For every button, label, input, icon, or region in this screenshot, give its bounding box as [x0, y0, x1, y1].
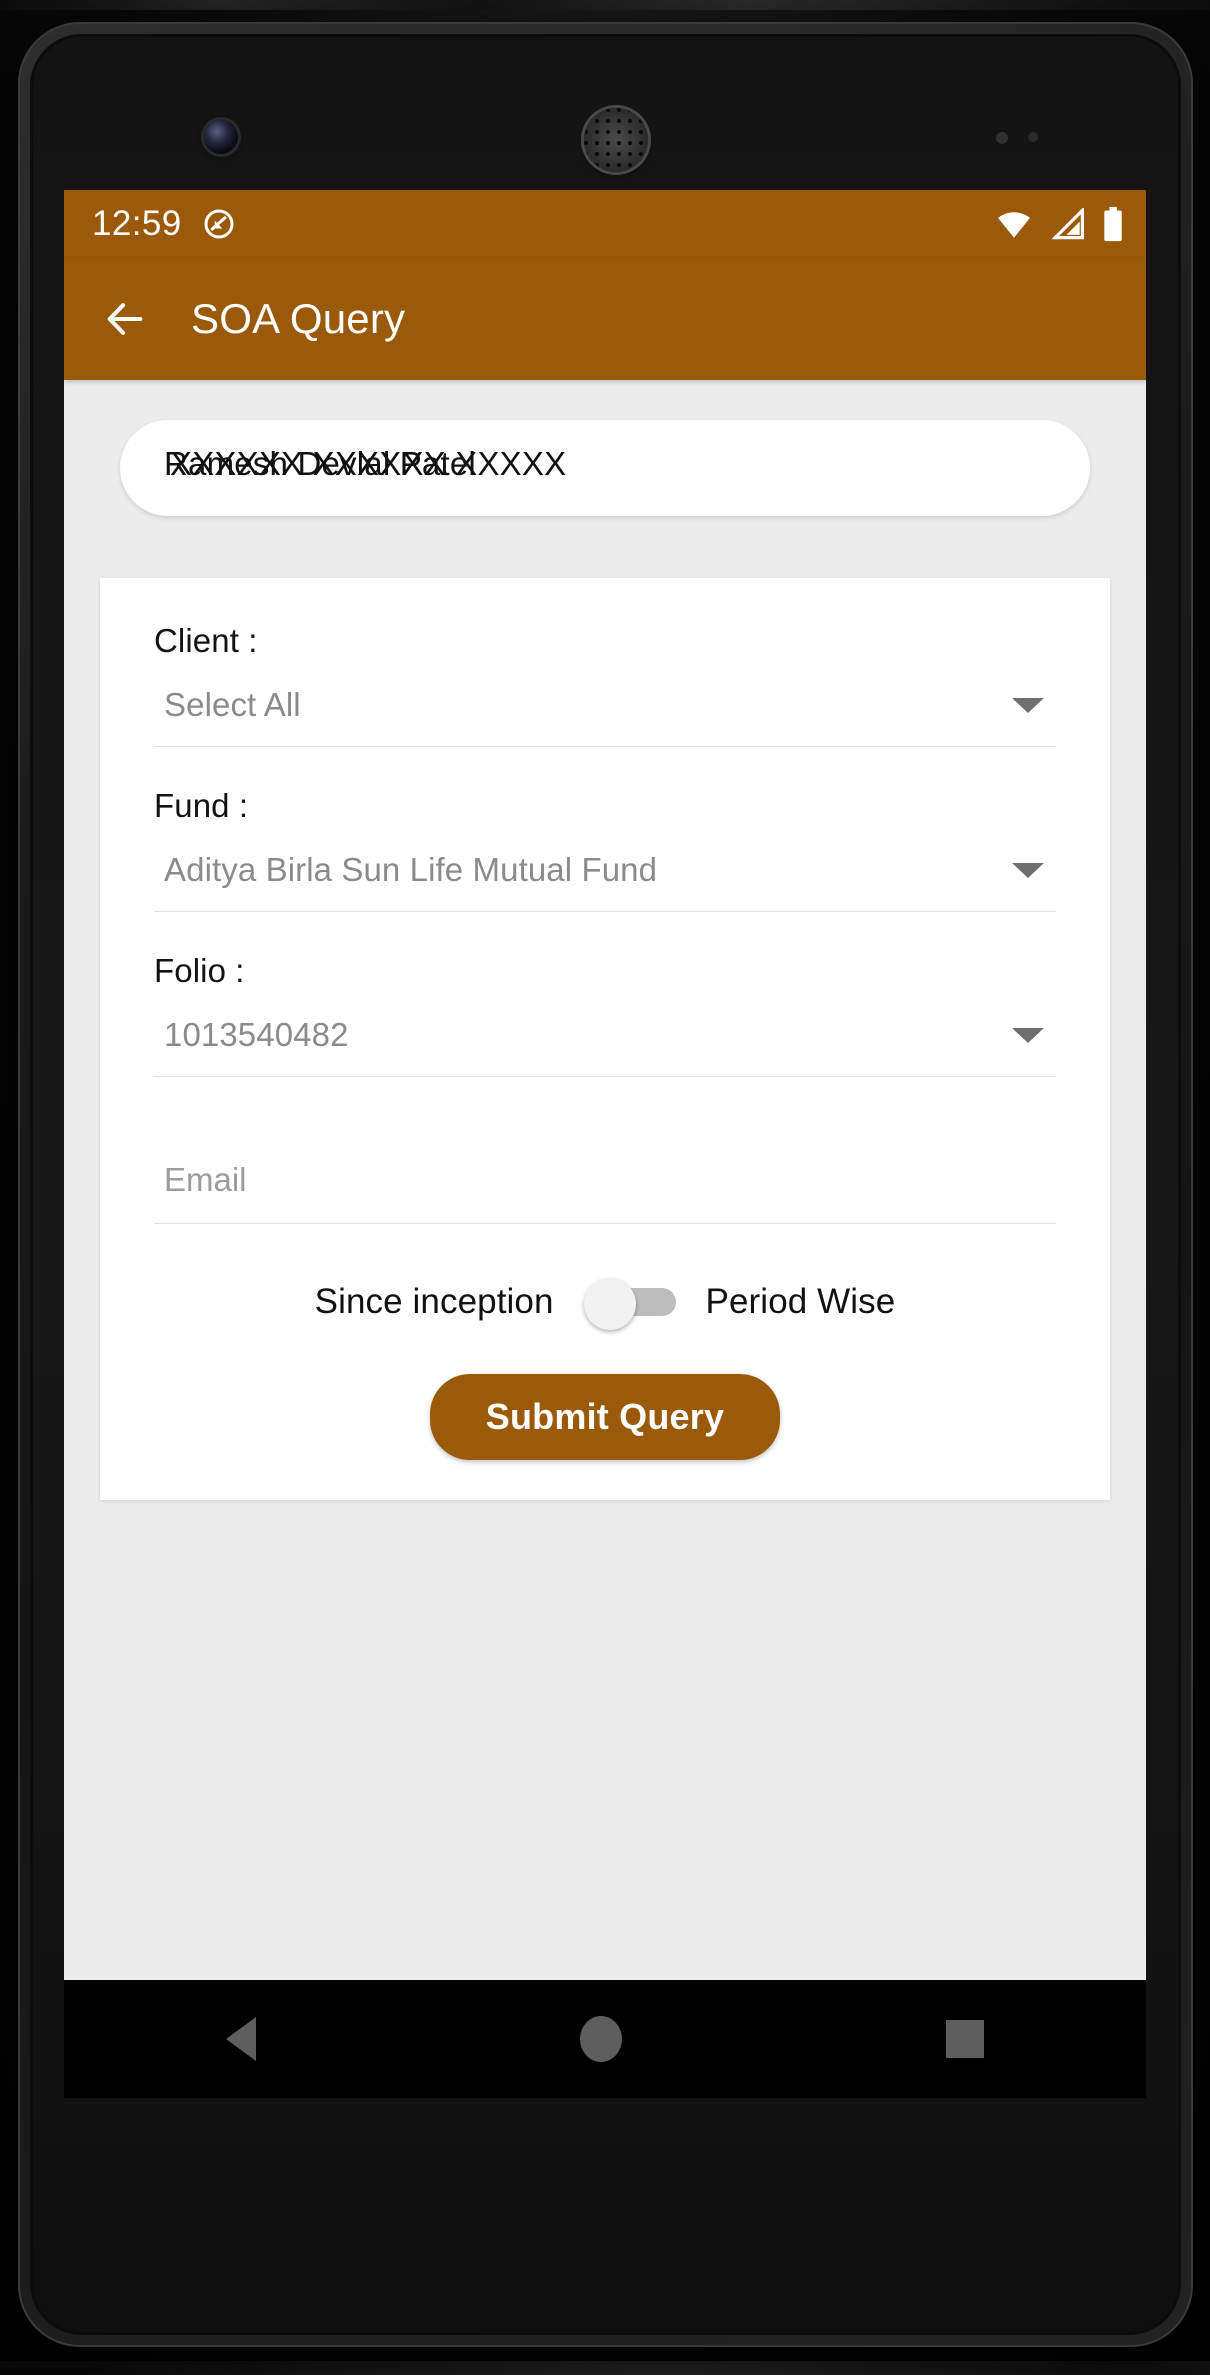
client-label: Client : [154, 622, 258, 659]
folio-label: Folio : [154, 952, 245, 989]
client-selected-value: Select All [164, 686, 301, 723]
app-bar: SOA Query [64, 258, 1146, 380]
light-sensor [1028, 132, 1038, 142]
fund-label: Fund : [154, 787, 249, 824]
screenshot-stage: 12:59 SOA Query Ramesh Devlal Patel XXXX… [0, 0, 1210, 2375]
fund-dropdown[interactable]: Aditya Birla Sun Life Mutual Fund [154, 851, 1056, 912]
nav-home-icon[interactable] [580, 2016, 622, 2062]
folio-selected-value: 1013540482 [164, 1016, 349, 1053]
client-dropdown[interactable]: Select All [154, 686, 1056, 747]
page-title: SOA Query [191, 295, 406, 342]
phone-screen: 12:59 SOA Query Ramesh Devlal Patel XXXX… [64, 190, 1146, 1980]
period-toggle-row: Since inception Period Wise [154, 1278, 1056, 1330]
period-wise-toggle[interactable] [583, 1278, 676, 1330]
email-field-block [154, 1117, 1056, 1224]
nav-recents-icon[interactable] [946, 2020, 984, 2058]
content-area: Ramesh Devlal Patel XXXXXX XXXXXX XXXXX … [64, 420, 1146, 1980]
folio-dropdown[interactable]: 1013540482 [154, 1016, 1056, 1077]
fund-field-block: Fund : Aditya Birla Sun Life Mutual Fund [154, 787, 1056, 912]
front-camera [204, 120, 238, 154]
android-nav-bar [64, 1980, 1146, 2098]
arrow-left-icon[interactable] [102, 296, 148, 342]
photo-edge-top [0, 0, 1210, 10]
client-name-pill[interactable]: Ramesh Devlal Patel XXXXXX XXXXXX XXXXX [120, 420, 1090, 516]
soa-query-form-card: Client : Select All Fund : Aditya Birla … [100, 578, 1110, 1500]
status-bar-right-icons [994, 206, 1124, 242]
chevron-down-icon [1012, 862, 1044, 878]
client-name-masked-text: XXXXXX XXXXXX XXXXX [170, 445, 567, 482]
proximity-sensor [996, 132, 1008, 144]
photo-edge-bottom [0, 2361, 1210, 2375]
status-bar-left-icons [202, 207, 236, 241]
earpiece-speaker [584, 108, 648, 172]
signal-icon [1051, 208, 1084, 240]
wifi-icon [998, 212, 1030, 238]
client-name-overlay: Ramesh Devlal Patel XXXXXX XXXXXX XXXXX [164, 445, 1046, 491]
since-inception-label: Since inception [314, 1282, 554, 1321]
chevron-down-icon [1012, 697, 1044, 713]
submit-query-button[interactable]: Submit Query [429, 1374, 781, 1460]
folio-field-block: Folio : 1013540482 [154, 952, 1056, 1077]
fund-selected-value: Aditya Birla Sun Life Mutual Fund [164, 851, 658, 888]
dnd-icon [204, 209, 234, 239]
nav-back-icon[interactable] [226, 2017, 256, 2061]
client-field-block: Client : Select All [154, 622, 1056, 747]
email-input[interactable] [164, 1161, 1046, 1199]
submit-button-wrap: Submit Query [154, 1374, 1056, 1460]
battery-icon [1104, 206, 1122, 242]
status-bar-clock: 12:59 [92, 204, 182, 243]
chevron-down-icon [1012, 1027, 1044, 1043]
status-bar: 12:59 [64, 190, 1146, 258]
period-wise-label: Period Wise [705, 1282, 896, 1321]
toggle-thumb [583, 1278, 636, 1330]
